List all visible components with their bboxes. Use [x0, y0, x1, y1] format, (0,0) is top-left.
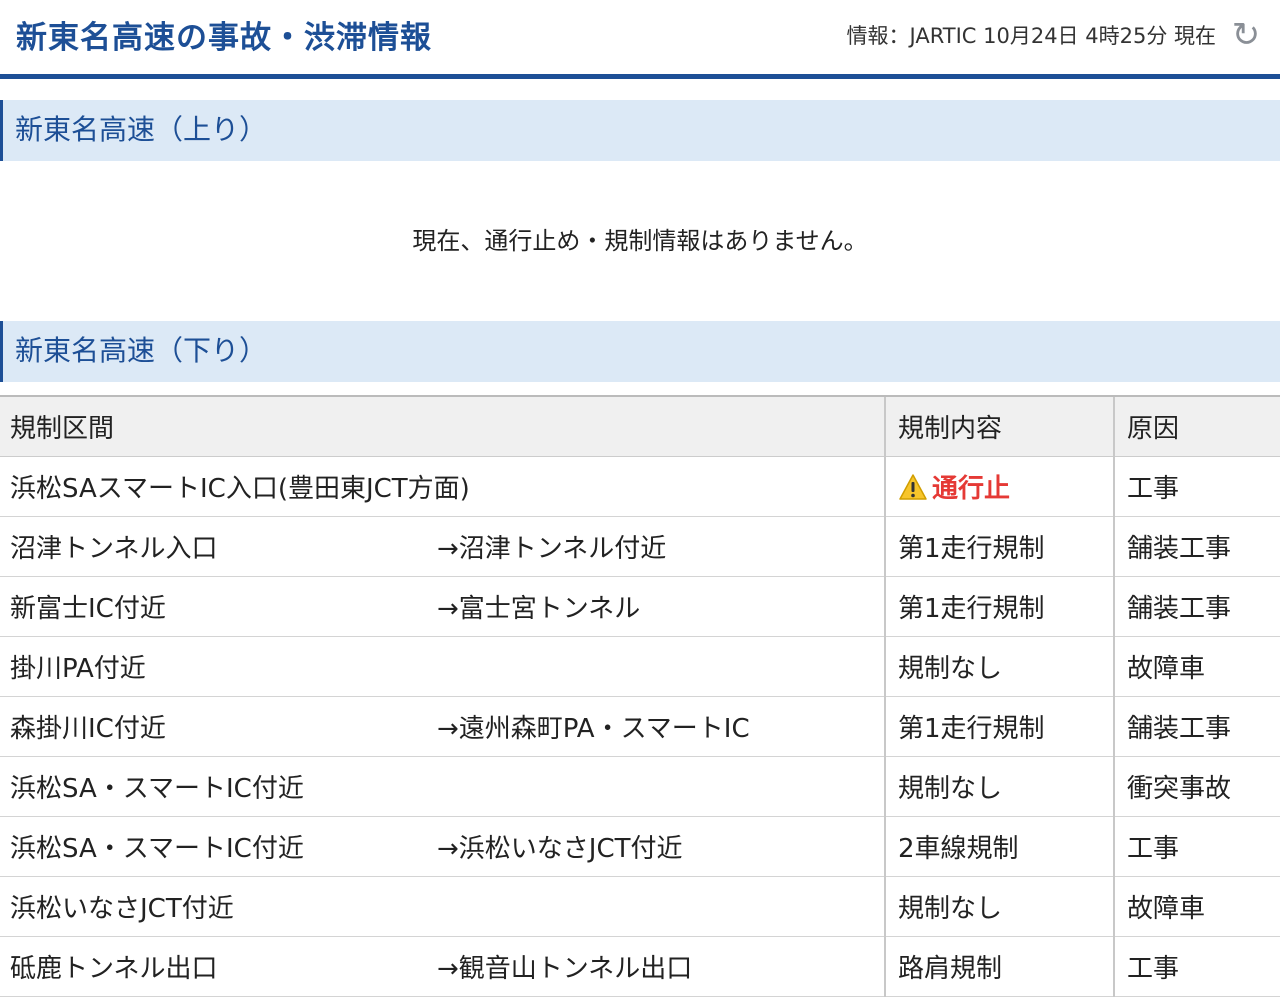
cause-cell: 工事 [1113, 936, 1280, 997]
table-row: 掛川PA付近 規制なし 故障車 [0, 636, 1280, 697]
refresh-icon[interactable]: ↻ [1228, 17, 1264, 53]
cause-cell: 舗装工事 [1113, 696, 1280, 757]
table-row: 森掛川IC付近 →遠州森町PA・スマートIC 第1走行規制 舗装工事 [0, 696, 1280, 757]
regulation-cell: 規制なし [884, 876, 1114, 937]
table-row: 浜松SAスマートIC入口(豊田東JCT方面) 通行止 工事 [0, 456, 1280, 517]
section-cell: 森掛川IC付近 →遠州森町PA・スマートIC [0, 696, 885, 757]
section-heading-down: 新東名高速（下り） [0, 321, 1280, 382]
regulation-closed: 通行止 [932, 473, 1011, 504]
table-header-row: 規制区間 規制内容 原因 [0, 395, 1280, 457]
regulation-cell: 規制なし [884, 636, 1114, 697]
regulation-cell: 2車線規制 [884, 816, 1114, 877]
regulation-cell: 規制なし [884, 756, 1114, 817]
regulation-cell: 通行止 [884, 456, 1114, 517]
section-from: 浜松いなさJCT付近 [10, 893, 234, 924]
section-from: 新富士IC付近 [10, 593, 166, 624]
cause-cell: 故障車 [1113, 876, 1280, 937]
regulation-cell: 第1走行規制 [884, 516, 1114, 577]
table-row: 砥鹿トンネル出口 →観音山トンネル出口 路肩規制 工事 [0, 936, 1280, 997]
table-row: 沼津トンネル入口 →沼津トンネル付近 第1走行規制 舗装工事 [0, 516, 1280, 577]
table-row: 浜松SA・スマートIC付近 規制なし 衝突事故 [0, 756, 1280, 817]
regulation-cell: 路肩規制 [884, 936, 1114, 997]
section-cell: 砥鹿トンネル出口 →観音山トンネル出口 [0, 936, 885, 997]
regulation-cell: 第1走行規制 [884, 576, 1114, 637]
section-from: 沼津トンネル入口 [10, 533, 218, 564]
cause-cell: 舗装工事 [1113, 576, 1280, 637]
section-to: →観音山トンネル出口 [437, 953, 693, 984]
table-row: 新富士IC付近 →富士宮トンネル 第1走行規制 舗装工事 [0, 576, 1280, 637]
section-from: 砥鹿トンネル出口 [10, 953, 218, 984]
cause-cell: 工事 [1113, 816, 1280, 877]
section-from: 森掛川IC付近 [10, 713, 166, 744]
column-header-regulation: 規制内容 [884, 395, 1114, 457]
regulation-cell: 第1走行規制 [884, 696, 1114, 757]
section-from: 浜松SA・スマートIC付近 [10, 833, 304, 864]
section-heading-up: 新東名高速（上り） [0, 100, 1280, 161]
section-to: →沼津トンネル付近 [437, 533, 667, 564]
section-cell: 浜松SAスマートIC入口(豊田東JCT方面) [0, 456, 885, 517]
cause-cell: 工事 [1113, 456, 1280, 517]
section-to: →浜松いなさJCT付近 [437, 833, 683, 864]
section-to: →富士宮トンネル [437, 593, 641, 624]
cause-cell: 故障車 [1113, 636, 1280, 697]
section-cell: 浜松SA・スマートIC付近 →浜松いなさJCT付近 [0, 816, 885, 877]
page-header: 新東名高速の事故・渋滞情報 情報：JARTIC 10月24日 4時25分 現在 … [0, 0, 1280, 79]
regulation-table: 規制区間 規制内容 原因 浜松SAスマートIC入口(豊田東JCT方面) 通行止 … [0, 395, 1280, 997]
section-cell: 浜松いなさJCT付近 [0, 876, 885, 937]
section-from: 浜松SAスマートIC入口(豊田東JCT方面) [10, 473, 470, 504]
page-title: 新東名高速の事故・渋滞情報 [16, 20, 432, 56]
update-info: 情報：JARTIC 10月24日 4時25分 現在 [846, 24, 1217, 48]
warning-icon [899, 474, 927, 500]
section-cell: 沼津トンネル入口 →沼津トンネル付近 [0, 516, 885, 577]
column-header-section: 規制区間 [0, 395, 885, 457]
section-cell: 新富士IC付近 →富士宮トンネル [0, 576, 885, 637]
section-from: 掛川PA付近 [10, 653, 146, 684]
column-header-cause: 原因 [1113, 395, 1280, 457]
section-to: →遠州森町PA・スマートIC [437, 713, 750, 744]
cause-cell: 衝突事故 [1113, 756, 1280, 817]
no-info-message: 現在、通行止め・規制情報はありません。 [412, 227, 868, 255]
table-row: 浜松SA・スマートIC付近 →浜松いなさJCT付近 2車線規制 工事 [0, 816, 1280, 877]
section-cell: 浜松SA・スマートIC付近 [0, 756, 885, 817]
cause-cell: 舗装工事 [1113, 516, 1280, 577]
section-from: 浜松SA・スマートIC付近 [10, 773, 304, 804]
table-row: 浜松いなさJCT付近 規制なし 故障車 [0, 876, 1280, 937]
section-cell: 掛川PA付近 [0, 636, 885, 697]
